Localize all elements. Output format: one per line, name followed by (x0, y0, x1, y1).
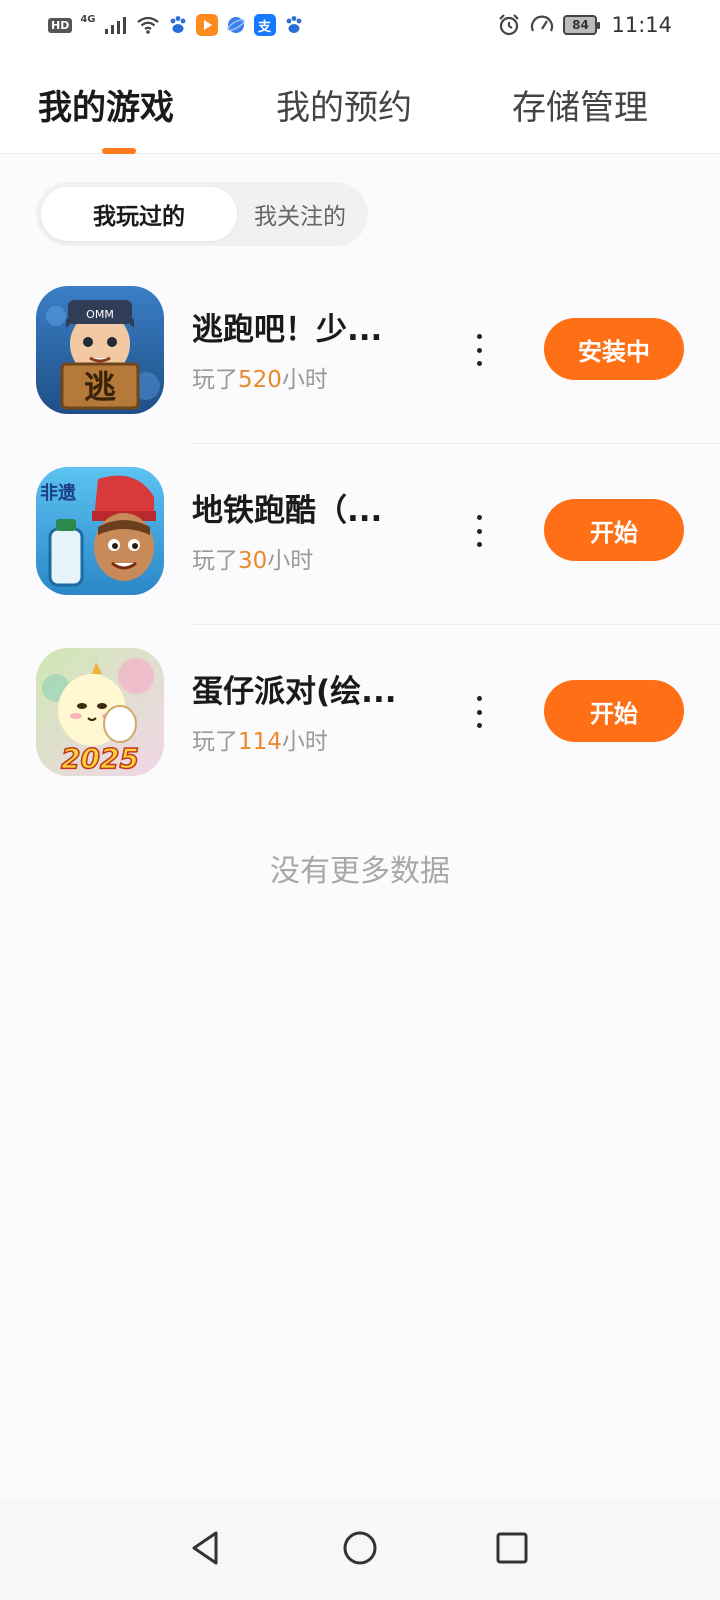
hd-badge: HD (48, 17, 73, 33)
game-title[interactable]: 地铁跑酷（... (192, 485, 382, 530)
list-item[interactable]: OMM 逃 逃跑吧！少... 玩了520小时 安装中 (0, 260, 720, 444)
start-button[interactable]: 开始 (544, 680, 684, 742)
status-bar-right: 84 11:14 (497, 13, 672, 37)
alipay-icon: 支 (253, 14, 276, 36)
play-time-suffix: 小时 (281, 729, 328, 755)
wifi-icon (136, 16, 160, 34)
active-tab-indicator (102, 148, 136, 154)
tab-my-reservations[interactable]: 我的预约 (276, 80, 412, 129)
more-options-icon[interactable] (468, 692, 490, 732)
game-title[interactable]: 蛋仔派对(绘... (192, 666, 397, 711)
sub-tab-switch: 我玩过的 我关注的 (36, 182, 368, 246)
back-icon[interactable] (186, 1528, 226, 1568)
game-icon-eggy-party[interactable]: 2025 (36, 648, 164, 776)
subtab-followed[interactable]: 我关注的 (237, 187, 363, 241)
start-button[interactable]: 开始 (544, 499, 684, 561)
signal-icon (104, 16, 128, 34)
browser-icon (226, 15, 246, 35)
tab-my-games[interactable]: 我的游戏 (38, 80, 174, 129)
tab-storage-management[interactable]: 存储管理 (512, 80, 648, 129)
game-icon-badge-text: 逃 (84, 368, 116, 406)
game-icon-badge-text: 非遗 (40, 482, 76, 504)
status-bar-left: HD 4G 支 (48, 14, 304, 36)
play-time: 玩了520小时 (192, 360, 328, 394)
play-time-prefix: 玩了 (192, 729, 238, 755)
speed-icon (529, 13, 555, 37)
play-hours: 114 (238, 729, 282, 755)
baidu-paw-icon (284, 15, 304, 35)
play-hours: 520 (238, 367, 282, 393)
alarm-icon (497, 13, 521, 37)
play-hours: 30 (238, 548, 268, 574)
video-app-icon (195, 14, 218, 36)
play-time-prefix: 玩了 (192, 548, 238, 574)
more-options-icon[interactable] (468, 511, 490, 551)
installing-button[interactable]: 安装中 (544, 318, 684, 380)
list-item[interactable]: 2025 蛋仔派对(绘... 玩了114小时 开始 (0, 622, 720, 806)
system-nav-bar (0, 1500, 720, 1600)
game-icon-badge-text: 2025 (61, 742, 139, 775)
play-time: 玩了30小时 (192, 541, 313, 575)
play-time-suffix: 小时 (281, 367, 328, 393)
play-time-prefix: 玩了 (192, 367, 238, 393)
network-type: 4G (80, 13, 96, 25)
clock: 11:14 (611, 13, 672, 37)
play-time: 玩了114小时 (192, 722, 328, 756)
status-bar: HD 4G 支 84 11:14 (0, 0, 720, 50)
game-icon-subway-surfers[interactable]: 非遗 (36, 467, 164, 595)
home-icon[interactable] (340, 1528, 380, 1568)
recents-icon[interactable] (492, 1528, 532, 1568)
no-more-data-text: 没有更多数据 (270, 854, 450, 889)
game-icon-cap-text: OMM (86, 308, 114, 321)
battery-icon: 84 (563, 15, 601, 35)
play-time-suffix: 小时 (267, 548, 314, 574)
more-options-icon[interactable] (468, 330, 490, 370)
game-icon-escape[interactable]: OMM 逃 (36, 286, 164, 414)
subtab-played[interactable]: 我玩过的 (41, 187, 237, 241)
list-item[interactable]: 非遗 地铁跑酷（... 玩了30小时 开始 (0, 441, 720, 625)
top-tab-bar: 我的游戏 我的预约 存储管理 (0, 50, 720, 154)
baidu-paw-icon (168, 15, 188, 35)
game-title[interactable]: 逃跑吧！少... (192, 304, 382, 349)
